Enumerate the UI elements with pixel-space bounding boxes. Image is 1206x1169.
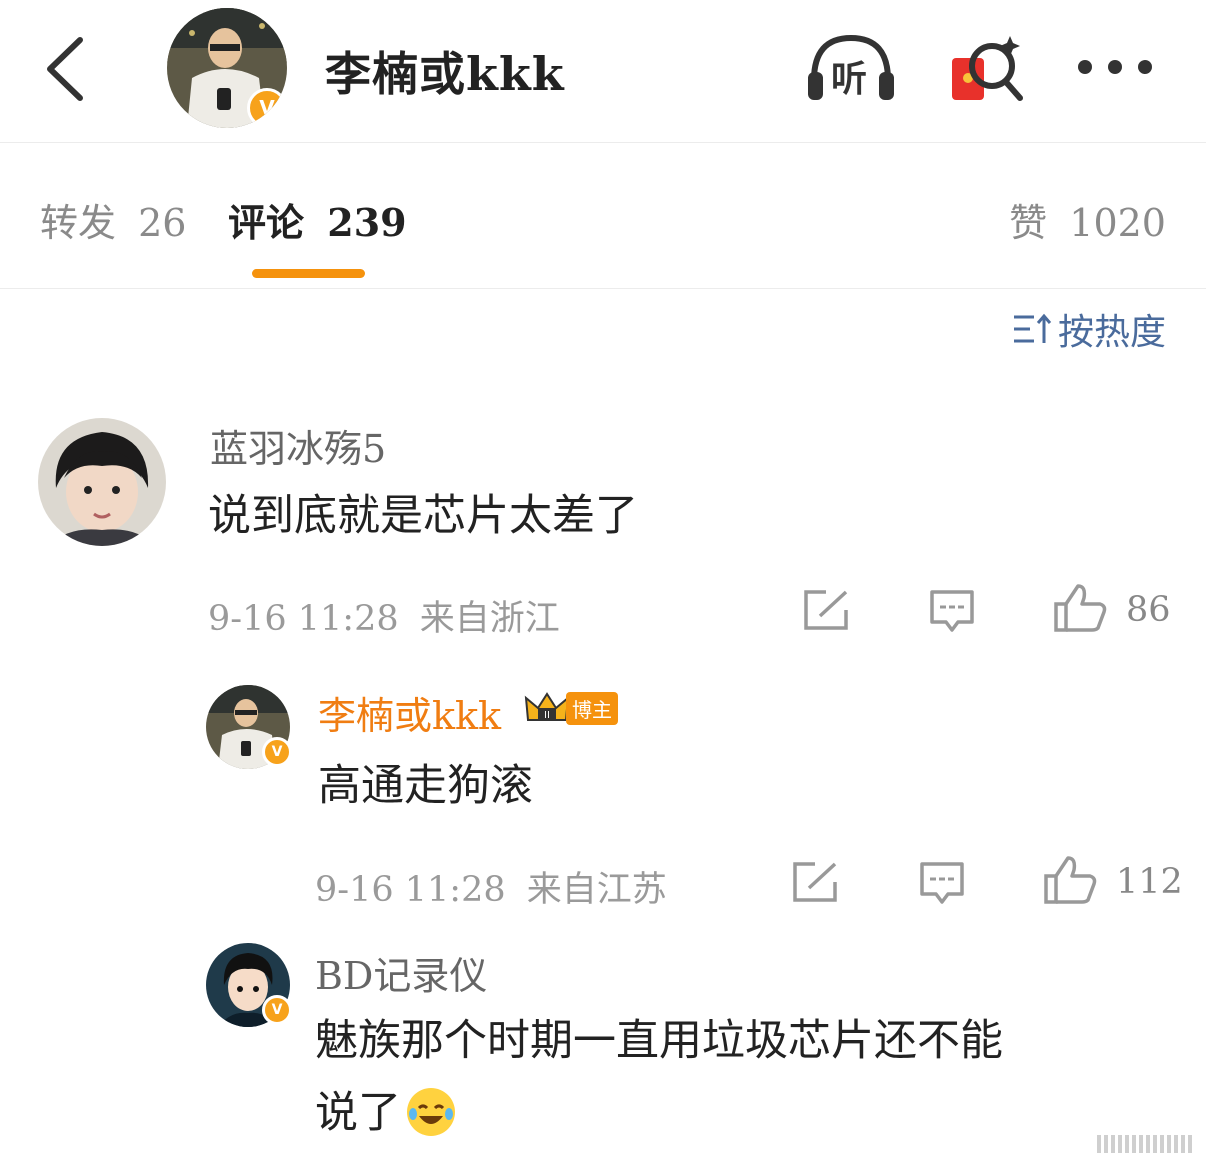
page-title: 李楠或kkk — [325, 47, 565, 101]
laughing-tears-emoji-icon — [407, 1088, 455, 1136]
reply-date: 9-16 11:28 — [315, 870, 506, 910]
commenter-name[interactable]: BD记录仪 — [315, 945, 487, 1000]
reply-location: 来自江苏 — [526, 870, 667, 910]
like-count: 86 — [1126, 590, 1171, 630]
commenter-avatar[interactable]: V — [206, 943, 292, 1027]
crown-icon: II — [524, 692, 570, 721]
tab-like[interactable]: 赞 1020 — [1009, 192, 1166, 247]
tab-like-count: 1020 — [1069, 201, 1166, 245]
listen-headphones-icon[interactable]: 听 — [806, 30, 896, 105]
red-envelope-search-icon[interactable] — [950, 30, 1025, 105]
verified-badge-icon: V — [262, 995, 292, 1025]
reply-text-line-2-text: 说了 — [315, 1088, 401, 1138]
author-name[interactable]: 李楠或kkk — [318, 685, 501, 740]
tab-bar: 转发 26 评论 239 赞 1020 — [0, 142, 1206, 289]
reply-text-line-1: 魅族那个时期一直用垃圾芯片还不能 — [315, 1016, 1003, 1066]
back-arrow-icon[interactable] — [40, 34, 90, 104]
watermark — [1097, 1135, 1192, 1153]
like-thumb-icon[interactable] — [1042, 854, 1098, 906]
listen-label: 听 — [831, 58, 868, 100]
share-icon[interactable] — [802, 588, 850, 632]
tab-comment[interactable]: 评论 239 — [228, 192, 407, 247]
like-count: 112 — [1116, 862, 1183, 902]
comment-date: 9-16 11:28 — [208, 599, 399, 639]
top-bar: V 李楠或kkk 听 — [0, 0, 1206, 143]
reply-text: 高通走狗滚 — [318, 761, 533, 811]
sort-icon — [1013, 313, 1052, 343]
comment-location: 来自浙江 — [419, 599, 560, 639]
tab-comment-label: 评论 — [228, 200, 305, 245]
sort-by-hot-button[interactable]: 按热度 — [1012, 303, 1166, 355]
tab-repost-label: 转发 — [40, 201, 117, 245]
comment-text: 说到底就是芯片太差了 — [208, 491, 638, 541]
tab-repost[interactable]: 转发 26 — [40, 192, 186, 247]
like-thumb-icon[interactable] — [1052, 582, 1108, 634]
blogger-badge-label: 博主 — [566, 691, 618, 725]
sort-label: 按热度 — [1057, 312, 1166, 353]
tab-comment-count: 239 — [327, 200, 407, 245]
active-tab-indicator — [252, 269, 365, 278]
reply-icon[interactable] — [918, 860, 966, 906]
reply-icon[interactable] — [928, 588, 976, 634]
comment-meta: 9-16 11:28 来自浙江 — [208, 590, 560, 641]
author-avatar[interactable]: V — [167, 8, 287, 128]
tab-like-label: 赞 — [1009, 201, 1048, 245]
more-dots-icon[interactable] — [1075, 55, 1155, 79]
verified-badge-icon: V — [247, 88, 287, 128]
reply-text: 魅族那个时期一直用垃圾芯片还不能 说了 — [315, 1005, 1003, 1149]
svg-text:II: II — [544, 710, 550, 721]
reply-meta: 9-16 11:28 来自江苏 — [315, 861, 667, 912]
author-avatar-small[interactable]: V — [206, 685, 292, 769]
reply-text-line-2: 说了 — [315, 1077, 1003, 1149]
commenter-name[interactable]: 蓝羽冰殇5 — [210, 418, 386, 473]
share-icon[interactable] — [791, 860, 839, 904]
blogger-badge: II 博主 — [524, 690, 618, 726]
verified-badge-icon: V — [262, 737, 292, 767]
tab-repost-count: 26 — [138, 201, 187, 245]
commenter-avatar[interactable] — [38, 418, 166, 546]
